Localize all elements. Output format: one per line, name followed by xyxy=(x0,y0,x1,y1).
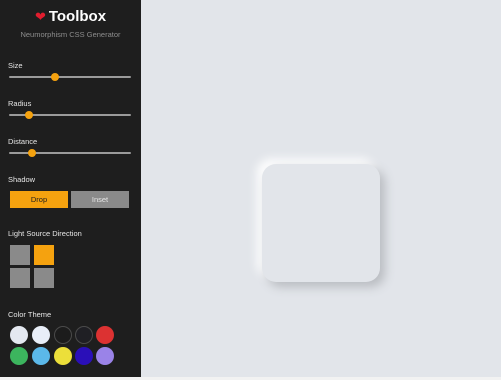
light-direction-bottom-left[interactable] xyxy=(10,268,30,288)
inset-shadow-button[interactable]: Inset xyxy=(71,191,129,208)
color-swatch-6[interactable] xyxy=(10,347,28,365)
color-swatch-5[interactable] xyxy=(96,326,114,344)
brand: ❤ Toolbox xyxy=(0,8,141,25)
color-theme-label: Color Theme xyxy=(8,310,52,319)
light-direction-top-right[interactable] xyxy=(34,245,54,265)
color-swatch-10[interactable] xyxy=(96,347,114,365)
radius-slider-thumb[interactable] xyxy=(24,111,33,119)
radius-label: Radius xyxy=(8,99,32,108)
distance-label: Distance xyxy=(8,137,38,146)
size-label: Size xyxy=(8,61,23,70)
color-swatch-4[interactable] xyxy=(75,326,93,344)
color-swatch-3[interactable] xyxy=(54,326,72,344)
distance-slider-thumb[interactable] xyxy=(28,149,37,157)
color-swatch-7[interactable] xyxy=(32,347,50,365)
size-slider-thumb[interactable] xyxy=(51,73,60,81)
shadow-label: Shadow xyxy=(8,175,36,184)
distance-slider[interactable] xyxy=(9,148,131,158)
color-swatch-1[interactable] xyxy=(10,326,28,344)
drop-shadow-button[interactable]: Drop xyxy=(10,191,68,208)
brand-subtitle: Neumorphism CSS Generator xyxy=(20,30,121,39)
size-slider[interactable] xyxy=(9,72,131,82)
sidebar: ❤ Toolbox Neumorphism CSS Generator Size … xyxy=(0,0,141,377)
color-swatch-9[interactable] xyxy=(75,347,93,365)
light-direction-top-left[interactable] xyxy=(10,245,30,265)
neumorphic-preview-box xyxy=(262,164,380,282)
color-swatch-2[interactable] xyxy=(32,326,50,344)
size-slider-track xyxy=(9,76,131,78)
heart-icon: ❤ xyxy=(34,9,46,24)
radius-slider[interactable] xyxy=(9,110,131,120)
light-source-label: Light Source Direction xyxy=(8,229,82,238)
color-swatch-8[interactable] xyxy=(54,347,72,365)
light-direction-bottom-right[interactable] xyxy=(34,268,54,288)
brand-title: Toolbox xyxy=(48,8,107,25)
